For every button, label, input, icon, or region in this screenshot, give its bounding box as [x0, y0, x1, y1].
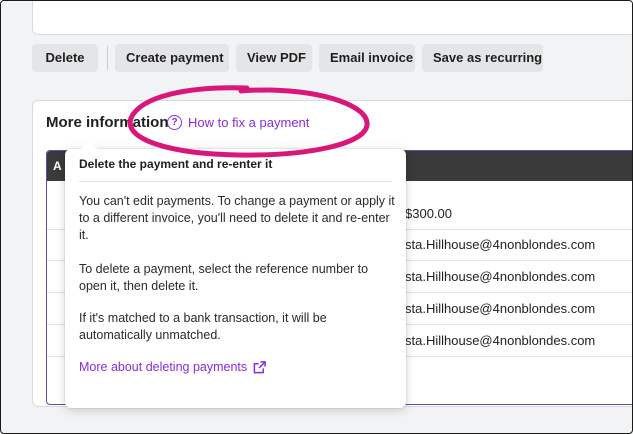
email-invoice-button[interactable]: Email invoice — [319, 44, 415, 72]
top-card — [32, 1, 632, 35]
view-pdf-button[interactable]: View PDF — [236, 44, 312, 72]
table-cell: sta.Hillhouse@4nonblondes.com — [405, 269, 596, 284]
more-about-deleting-payments-link[interactable]: More about deleting payments — [79, 360, 266, 374]
how-to-fix-payment-link[interactable]: ? How to fix a payment — [167, 115, 309, 130]
popover-paragraph-edit: You can't edit payments. To change a pay… — [79, 194, 395, 242]
table-cell: sta.Hillhouse@4nonblondes.com — [405, 301, 596, 316]
app-frame: Delete Create payment View PDF Email inv… — [0, 0, 633, 434]
toolbar-divider — [107, 46, 108, 70]
help-popover: Delete the payment and re-enter it You c… — [65, 140, 406, 408]
create-payment-button[interactable]: Create payment — [115, 44, 229, 72]
table-cell: $300.00 — [405, 206, 452, 221]
table-header-cell: A — [53, 159, 62, 173]
popover-paragraph-unmatch: If it's matched to a bank transaction, i… — [79, 311, 327, 342]
save-as-recurring-button[interactable]: Save as recurring — [422, 44, 543, 72]
popover-divider — [79, 181, 392, 182]
popover-paragraph-delete: To delete a payment, select the referenc… — [79, 262, 369, 293]
table-cell: sta.Hillhouse@4nonblondes.com — [405, 333, 596, 348]
section-title: More information — [46, 114, 169, 131]
delete-button[interactable]: Delete — [32, 44, 98, 72]
question-circle-icon: ? — [167, 115, 182, 130]
help-link-label: How to fix a payment — [188, 115, 310, 130]
table-cell: sta.Hillhouse@4nonblondes.com — [405, 237, 596, 252]
popover-link-label: More about deleting payments — [79, 360, 248, 374]
external-link-icon — [253, 360, 266, 373]
popover-title: Delete the payment and re-enter it — [79, 157, 273, 171]
